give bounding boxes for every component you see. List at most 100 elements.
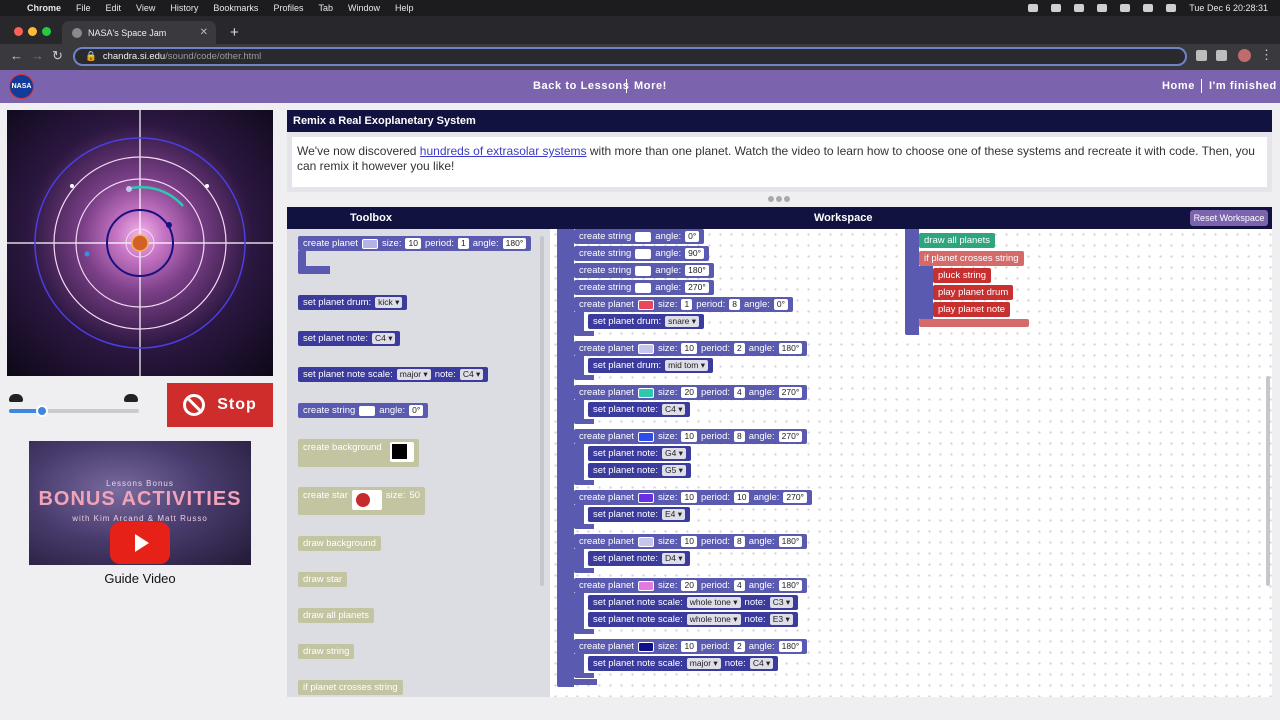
finished-link[interactable]: I'm finished <box>1209 80 1277 92</box>
toolbox-draw-string-block[interactable]: draw string <box>298 644 355 659</box>
planet-child-block[interactable]: set planet note: E4 ▾ <box>588 507 690 522</box>
note-dropdown[interactable]: C4 ▾ <box>749 658 774 669</box>
string-block[interactable]: create string angle: 270° <box>574 280 714 295</box>
toolbox-create-planet-block[interactable]: create planet size: 10 period: 1 angle: 180° <box>298 236 532 251</box>
toolbox-set-drum-block[interactable]: set planet drum: kick ▾ <box>298 295 408 310</box>
toolbox-scrollbar[interactable] <box>540 236 544 586</box>
action-block[interactable]: pluck string <box>933 268 992 283</box>
extrasolar-systems-link[interactable]: hundreds of extrasolar systems <box>420 144 587 158</box>
planet-visualization[interactable] <box>7 110 273 376</box>
number-field[interactable]: 8 <box>734 431 745 442</box>
number-field[interactable]: 270° <box>778 431 803 442</box>
menu-edit[interactable]: Edit <box>106 3 122 13</box>
planet-block[interactable]: create planet size: 10 period: 8 angle: 180° <box>574 534 808 549</box>
planet-block[interactable]: create planet size: 20 period: 4 angle: 270° <box>574 385 808 400</box>
extensions-icon[interactable] <box>1196 50 1207 61</box>
toolbox-set-note-scale-block[interactable]: set planet note scale: major ▾ note: C4 ▾ <box>298 367 489 382</box>
scale-dropdown[interactable]: major ▾ <box>686 658 721 669</box>
menu-bookmarks[interactable]: Bookmarks <box>213 3 258 13</box>
planet-color-swatch[interactable] <box>637 343 654 354</box>
scale-dropdown[interactable]: major ▾ <box>396 369 431 380</box>
action-block[interactable]: play planet note <box>933 302 1011 317</box>
minimize-window-icon[interactable] <box>28 27 37 36</box>
number-field[interactable]: 180° <box>778 641 803 652</box>
toolbox-draw-all-planets-block[interactable]: draw all planets <box>298 608 375 623</box>
number-field[interactable]: 10 <box>681 343 697 354</box>
menu-profiles[interactable]: Profiles <box>273 3 303 13</box>
menu-window[interactable]: Window <box>348 3 380 13</box>
toolbox-create-background-block[interactable]: create background <box>298 439 419 467</box>
number-field[interactable]: 2 <box>734 641 745 652</box>
nasa-logo[interactable]: NASA <box>9 74 34 99</box>
string-color-swatch[interactable] <box>635 282 652 293</box>
planet-child-block[interactable]: set planet drum: snare ▾ <box>588 314 705 329</box>
number-field[interactable]: 4 <box>734 387 745 398</box>
string-color-swatch[interactable] <box>359 405 376 416</box>
scale-dropdown[interactable]: whole tone ▾ <box>686 597 741 608</box>
drum-dropdown[interactable]: snare ▾ <box>665 316 700 327</box>
note-dropdown[interactable]: C4 ▾ <box>459 369 484 380</box>
volume-icon[interactable] <box>1097 4 1108 12</box>
number-field[interactable]: 0° <box>685 231 700 242</box>
back-icon[interactable]: ← <box>10 48 23 63</box>
number-field[interactable]: 8 <box>729 299 741 310</box>
home-link[interactable]: Home <box>1162 80 1195 92</box>
number-field[interactable]: 90° <box>685 248 705 259</box>
planet-color-swatch[interactable] <box>637 580 654 591</box>
planet-color-swatch[interactable] <box>637 299 654 310</box>
number-field[interactable]: 1 <box>458 238 469 249</box>
string-color-swatch[interactable] <box>635 265 652 276</box>
note-dropdown[interactable]: D4 ▾ <box>661 553 686 564</box>
number-field[interactable]: 10 <box>681 641 697 652</box>
number-field[interactable]: 10 <box>734 492 750 503</box>
wifi-icon[interactable] <box>1143 4 1154 12</box>
action-block[interactable]: play planet drum <box>933 285 1014 300</box>
number-field[interactable]: 180° <box>778 580 803 591</box>
note-dropdown[interactable]: G4 ▾ <box>661 448 686 459</box>
planet-color-swatch[interactable] <box>637 431 654 442</box>
drum-dropdown[interactable]: kick ▾ <box>375 297 403 308</box>
planet-child-block[interactable]: set planet note scale: whole tone ▾ note: E… <box>588 612 798 627</box>
number-field[interactable]: 180° <box>778 343 803 354</box>
string-block[interactable]: create string angle: 0° <box>574 229 705 244</box>
note-dropdown[interactable]: E3 ▾ <box>769 614 793 625</box>
toolbox-if-crosses-block[interactable]: if planet crosses string <box>298 680 403 695</box>
number-field[interactable]: 1 <box>681 299 693 310</box>
status-icon[interactable] <box>1051 4 1062 12</box>
planet-child-block[interactable]: set planet note: D4 ▾ <box>588 551 691 566</box>
speed-slider-handle[interactable] <box>36 405 48 417</box>
toolbox-create-string-block[interactable]: create string angle: 0° <box>298 403 429 418</box>
note-dropdown[interactable]: G5 ▾ <box>661 465 686 476</box>
note-dropdown[interactable]: C4 ▾ <box>371 333 396 344</box>
planet-child-block[interactable]: set planet note: G4 ▾ <box>588 446 691 461</box>
menu-history[interactable]: History <box>170 3 198 13</box>
profile-avatar[interactable] <box>1238 49 1251 62</box>
draw-all-planets-block[interactable]: draw all planets <box>919 233 996 248</box>
planet-block[interactable]: create planet size: 10 period: 2 angle: 180° <box>574 639 808 654</box>
planet-block[interactable]: create planet size: 1 period: 8 angle: 0° <box>574 297 794 312</box>
workspace-scrollbar[interactable] <box>1266 376 1270 586</box>
toolbox-set-note-block[interactable]: set planet note: C4 ▾ <box>298 331 401 346</box>
drum-dropdown[interactable]: mid tom ▾ <box>665 360 708 371</box>
planet-color-swatch[interactable] <box>637 492 654 503</box>
planet-color-swatch[interactable] <box>637 387 654 398</box>
menu-help[interactable]: Help <box>395 3 414 13</box>
close-window-icon[interactable] <box>14 27 23 36</box>
number-field[interactable]: 20 <box>681 387 697 398</box>
menu-file[interactable]: File <box>76 3 91 13</box>
planet-child-block[interactable]: set planet note scale: whole tone ▾ note: C… <box>588 595 799 610</box>
stop-button[interactable]: Stop <box>167 383 273 427</box>
string-color-swatch[interactable] <box>635 248 652 259</box>
star-picker[interactable] <box>351 490 382 510</box>
number-field[interactable]: 4 <box>734 580 745 591</box>
toolbox-draw-star-block[interactable]: draw star <box>298 572 348 587</box>
guide-video-thumbnail[interactable]: Lessons Bonus BONUS ACTIVITIES with Kim … <box>29 441 251 565</box>
menu-view[interactable]: View <box>136 3 155 13</box>
clock[interactable]: Tue Dec 6 20:28:31 <box>1189 3 1268 13</box>
toolbox-create-star-block[interactable]: create star size: 50 <box>298 487 426 515</box>
menu-app[interactable]: Chrome <box>27 3 61 13</box>
status-icon[interactable] <box>1074 4 1085 12</box>
planet-child-block[interactable]: set planet note scale: major ▾ note: C4 ▾ <box>588 656 779 671</box>
planet-block[interactable]: create planet size: 20 period: 4 angle: 180° <box>574 578 808 593</box>
bluetooth-icon[interactable] <box>1120 4 1131 12</box>
